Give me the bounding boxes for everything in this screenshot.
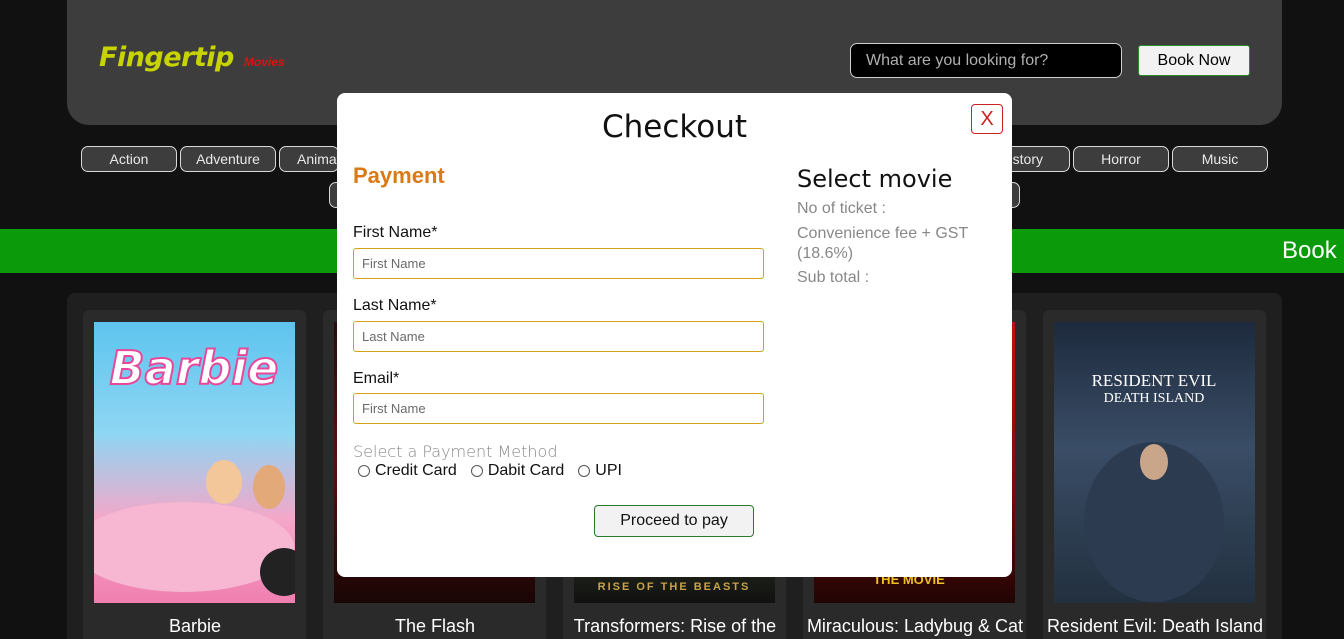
movie-title[interactable]: Transformers: Rise of the [555,616,795,637]
movie-title[interactable]: The Flash [315,616,555,637]
modal-title: Checkout [601,109,748,145]
movie-title[interactable]: Barbie [75,616,315,637]
poster-resident-subtitle: DEATH ISLAND [1104,391,1205,406]
proceed-to-pay-button[interactable]: Proceed to pay [594,505,754,537]
convenience-fee-label: Convenience fee + GST (18.6%) [797,225,968,262]
genre-horror[interactable]: Horror [1073,146,1169,172]
last-name-field[interactable] [353,321,764,352]
poster-resident-evil[interactable]: RESIDENT EVIL DEATH ISLAND [1054,322,1255,603]
genre-animation[interactable]: Animat [279,146,341,172]
email-label: Email* [353,370,400,387]
search-input[interactable] [850,43,1122,78]
site-logo[interactable]: Fingertip Movies [99,42,285,73]
poster-resident-evil-art: RESIDENT EVIL DEATH ISLAND [1084,371,1224,602]
poster-resident-title: RESIDENT EVIL [1092,371,1217,390]
payment-option-upi[interactable]: UPI [578,462,622,480]
genre-adventure[interactable]: Adventure [180,146,276,172]
banner-text: Book [1282,237,1337,264]
logo-subtext: Movies [243,55,285,69]
movie-title[interactable]: Miraculous: Ladybug & Cat [795,616,1035,637]
book-now-button[interactable]: Book Now [1138,45,1250,76]
select-movie-heading: Select movie [797,165,953,193]
sub-total-label: Sub total : [797,269,870,286]
movie-title[interactable]: Resident Evil: Death Island [1035,616,1275,637]
checkout-modal: X Checkout Payment First Name* Last Name… [337,93,1012,577]
last-name-label: Last Name* [353,297,437,314]
payment-option-label: Dabit Card [487,462,565,479]
poster-barbie[interactable]: Barbie [94,322,295,603]
payment-method-options: Credit Card Dabit Card UPI [358,462,636,480]
payment-option-debit-card[interactable]: Dabit Card [470,462,565,480]
payment-method-label: Select a Payment Method [353,442,558,461]
poster-transformers-caption: RISE OF THE BEASTS [598,581,751,593]
first-name-field[interactable] [353,248,764,279]
payment-option-label: Credit Card [375,462,457,479]
genre-action[interactable]: Action [81,146,177,172]
radio-icon[interactable] [470,465,483,477]
poster-barbie-logo: Barbie [110,341,279,395]
radio-icon[interactable] [578,465,591,477]
email-field[interactable] [353,393,764,424]
payment-heading: Payment [353,163,445,188]
logo-text: Fingertip [99,42,234,73]
payment-option-label: UPI [595,462,622,479]
ticket-count-label: No of ticket : [797,200,886,217]
payment-option-credit-card[interactable]: Credit Card [358,462,457,480]
poster-barbie-art: Barbie [94,340,295,596]
first-name-label: First Name* [353,224,438,241]
radio-icon[interactable] [358,465,370,477]
genre-music[interactable]: Music [1172,146,1268,172]
